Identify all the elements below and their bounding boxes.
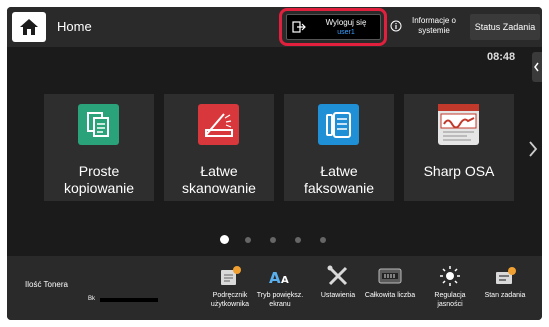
text-zoom-button[interactable]: A A Tryb powiększ. ekranu [252,256,308,320]
user-manual-button[interactable]: Podręcznik użytkownika [202,256,258,320]
toner-color-label: Bk [88,296,96,302]
home-title: Home [57,19,92,34]
app-label-scan: Łatwe skanowanie [182,163,256,196]
app-tile-fax[interactable]: Łatwe faksowanie [284,94,394,201]
side-panel-toggle[interactable] [532,52,542,82]
app-tile-copy[interactable]: Proste kopiowanie [44,94,154,201]
home-screen-panel: Home Wyloguj się user1 Informacje o syst… [7,7,542,320]
job-status-shortcut-button[interactable]: Stan zadania [477,256,533,320]
page-dot-3[interactable] [270,237,276,243]
manual-icon [221,266,241,285]
app-tile-scan[interactable]: Łatwe skanowanie [164,94,274,201]
page-dot-4[interactable] [295,237,301,243]
scanner-icon [198,104,239,145]
app-tile-sharp-osa[interactable]: Sharp OSA [404,94,514,201]
brightness-button[interactable]: Regulacja jasności [422,256,478,320]
page-dot-2[interactable] [245,237,251,243]
app-label-sharp-osa: Sharp OSA [423,163,495,179]
system-info-label: Informacje o systemie [411,16,457,35]
page-dot-1[interactable] [220,235,229,244]
logout-label: Wyloguj się [325,18,367,27]
home-button[interactable] [12,12,46,42]
job-status-icon [496,267,516,284]
home-icon [20,19,38,35]
brightness-label: Regulacja jasności [434,292,466,308]
app-label-fax: Łatwe faksowanie [303,163,375,196]
bottom-bar: Ilość Tonera Bk Podręcznik użytkownika A… [7,256,542,320]
osa-logo [438,104,479,145]
job-status-button[interactable]: Status Zadania [470,14,540,40]
text-zoom-label: Tryb powiększ. ekranu [256,292,304,308]
svg-text:A: A [281,275,289,286]
chevron-left-icon [534,62,539,72]
total-count-button[interactable]: Całkowita liczba [362,256,418,320]
logout-icon [292,21,306,33]
clock: 08:48 [487,51,516,63]
counter-icon [378,268,402,284]
settings-label: Ustawienia [320,292,356,299]
svg-text:A: A [269,269,281,287]
app-label-copy: Proste kopiowanie [63,163,135,196]
copy-icon [78,104,119,145]
logout-button[interactable]: Wyloguj się user1 [286,14,381,40]
toner-level-label: Ilość Tonera [25,280,68,289]
total-count-label: Całkowita liczba [364,292,416,299]
fax-icon [318,104,359,145]
system-info-button[interactable]: Informacje o systemie [388,14,464,40]
toner-level-bar [100,298,158,302]
next-page-arrow-icon[interactable] [528,141,538,157]
text-zoom-icon: A A [269,269,289,287]
page-dot-5[interactable] [320,237,326,243]
info-icon [390,20,402,32]
top-bar: Home Wyloguj się user1 Informacje o syst… [7,7,542,47]
logged-user-name: user1 [337,29,355,36]
user-manual-label: Podręcznik użytkownika [210,292,250,308]
settings-button[interactable]: Ustawienia [310,256,366,320]
job-status-shortcut-label: Stan zadania [484,292,526,299]
brightness-icon [440,266,460,286]
settings-tools-icon [327,265,348,286]
